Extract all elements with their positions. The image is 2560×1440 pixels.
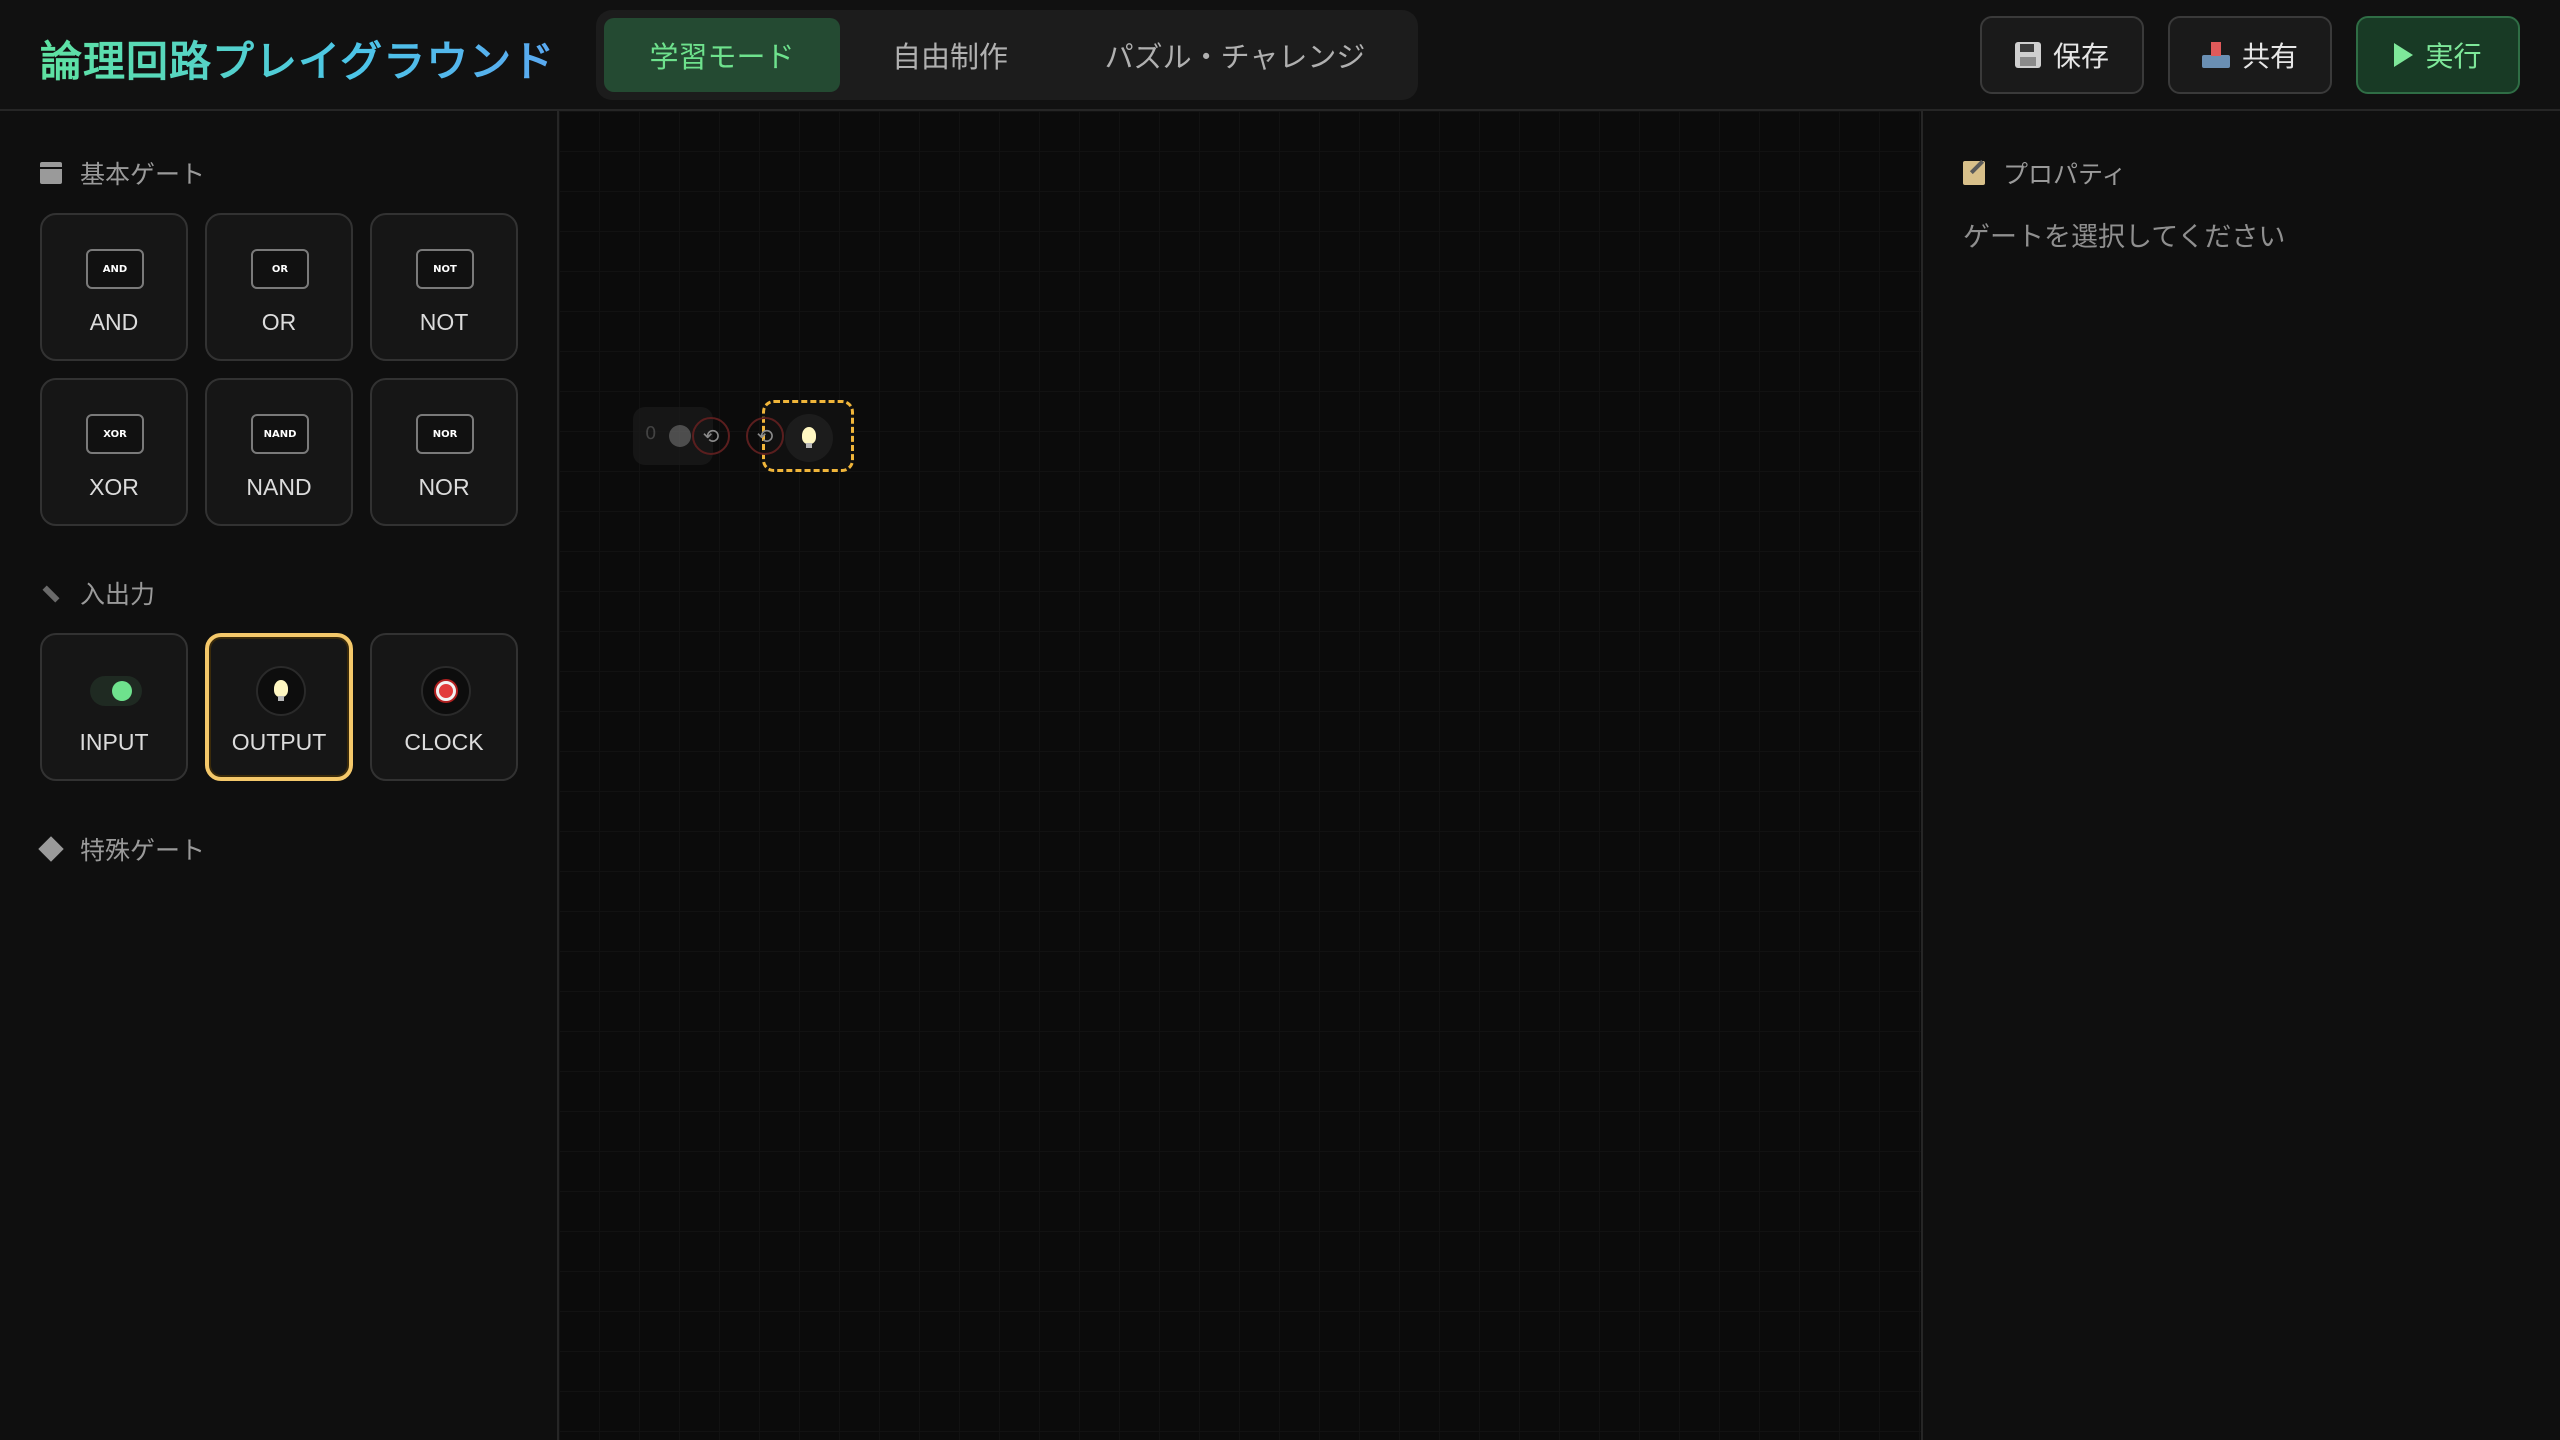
run-label: 実行 — [2425, 40, 2482, 73]
gate-palette-sidebar: 基本ゲート AND AND OR OR NOT NOT XOR XOR NAND… — [0, 111, 559, 1440]
app-header: 論理回路プレイグラウンド 学習モード 自由制作 パズル・チャレンジ 保存 共有 … — [0, 0, 2560, 111]
section-basic-gates-title: 基本ゲート — [80, 160, 206, 189]
io-label: INPUT — [79, 729, 149, 755]
mode-tabs: 学習モード 自由制作 パズル・チャレンジ — [596, 10, 1418, 100]
gate-xor[interactable]: XOR XOR — [40, 378, 188, 526]
circuit-canvas[interactable]: 0 ⟲ ⟲ — [559, 111, 1921, 1440]
toggle-icon — [90, 665, 142, 717]
output-port-icon[interactable]: ⟲ — [692, 417, 730, 455]
and-gate-icon: AND — [86, 249, 144, 289]
gate-nor[interactable]: NOR NOR — [370, 378, 518, 526]
gate-label: NOR — [418, 474, 470, 500]
section-io: 入出力 — [40, 575, 155, 611]
input-node-value: 0 — [645, 423, 657, 444]
io-input[interactable]: INPUT — [40, 633, 188, 781]
section-special-gates[interactable]: 特殊ゲート — [38, 831, 206, 867]
tab-puzzle-challenge[interactable]: パズル・チャレンジ — [1060, 18, 1410, 92]
gate-label: XOR — [89, 474, 139, 500]
save-label: 保存 — [2052, 40, 2109, 73]
io-label: CLOCK — [404, 729, 484, 755]
memo-icon — [1963, 161, 1985, 185]
floppy-disk-icon — [2014, 42, 2041, 68]
app-title: 論理回路プレイグラウンド — [40, 28, 555, 89]
gate-or[interactable]: OR OR — [205, 213, 353, 361]
alarm-clock-icon — [420, 665, 472, 717]
properties-title: プロパティ — [2003, 160, 2127, 189]
toggle-dot-icon[interactable] — [669, 425, 691, 447]
not-gate-icon: NOT — [416, 249, 474, 289]
lightbulb-icon — [255, 665, 307, 717]
plug-icon — [40, 582, 62, 604]
section-io-title: 入出力 — [80, 580, 156, 609]
or-gate-icon: OR — [251, 249, 309, 289]
tab-free-build[interactable]: 自由制作 — [840, 18, 1060, 92]
xor-gate-icon: XOR — [86, 414, 144, 454]
gate-and[interactable]: AND AND — [40, 213, 188, 361]
play-icon — [2394, 43, 2414, 67]
lightbulb-icon — [785, 414, 833, 462]
tab-learning-mode[interactable]: 学習モード — [604, 18, 840, 92]
diamond-icon — [38, 836, 64, 862]
section-special-gates-title: 特殊ゲート — [80, 836, 206, 865]
save-button[interactable]: 保存 — [1980, 16, 2144, 94]
share-label: 共有 — [2241, 40, 2298, 73]
properties-panel: プロパティ ゲートを選択してください — [1921, 111, 2560, 1440]
io-output[interactable]: OUTPUT — [205, 633, 353, 781]
section-basic-gates: 基本ゲート — [40, 155, 205, 191]
nand-gate-icon: NAND — [251, 414, 309, 454]
outbox-tray-icon — [2201, 42, 2230, 68]
nor-gate-icon: NOR — [416, 414, 474, 454]
properties-header: プロパティ — [1963, 155, 2127, 191]
input-port-icon[interactable]: ⟲ — [746, 417, 784, 455]
gate-nand[interactable]: NAND NAND — [205, 378, 353, 526]
run-button[interactable]: 実行 — [2356, 16, 2520, 94]
share-button[interactable]: 共有 — [2168, 16, 2332, 94]
gate-not[interactable]: NOT NOT — [370, 213, 518, 361]
gate-label: NOT — [419, 309, 469, 335]
io-label: OUTPUT — [231, 729, 327, 755]
gate-label: NAND — [246, 474, 312, 500]
box-icon — [40, 162, 62, 184]
gate-label: OR — [261, 309, 297, 335]
properties-empty-message: ゲートを選択してください — [1963, 222, 2286, 253]
io-clock[interactable]: CLOCK — [370, 633, 518, 781]
gate-label: AND — [89, 309, 139, 335]
